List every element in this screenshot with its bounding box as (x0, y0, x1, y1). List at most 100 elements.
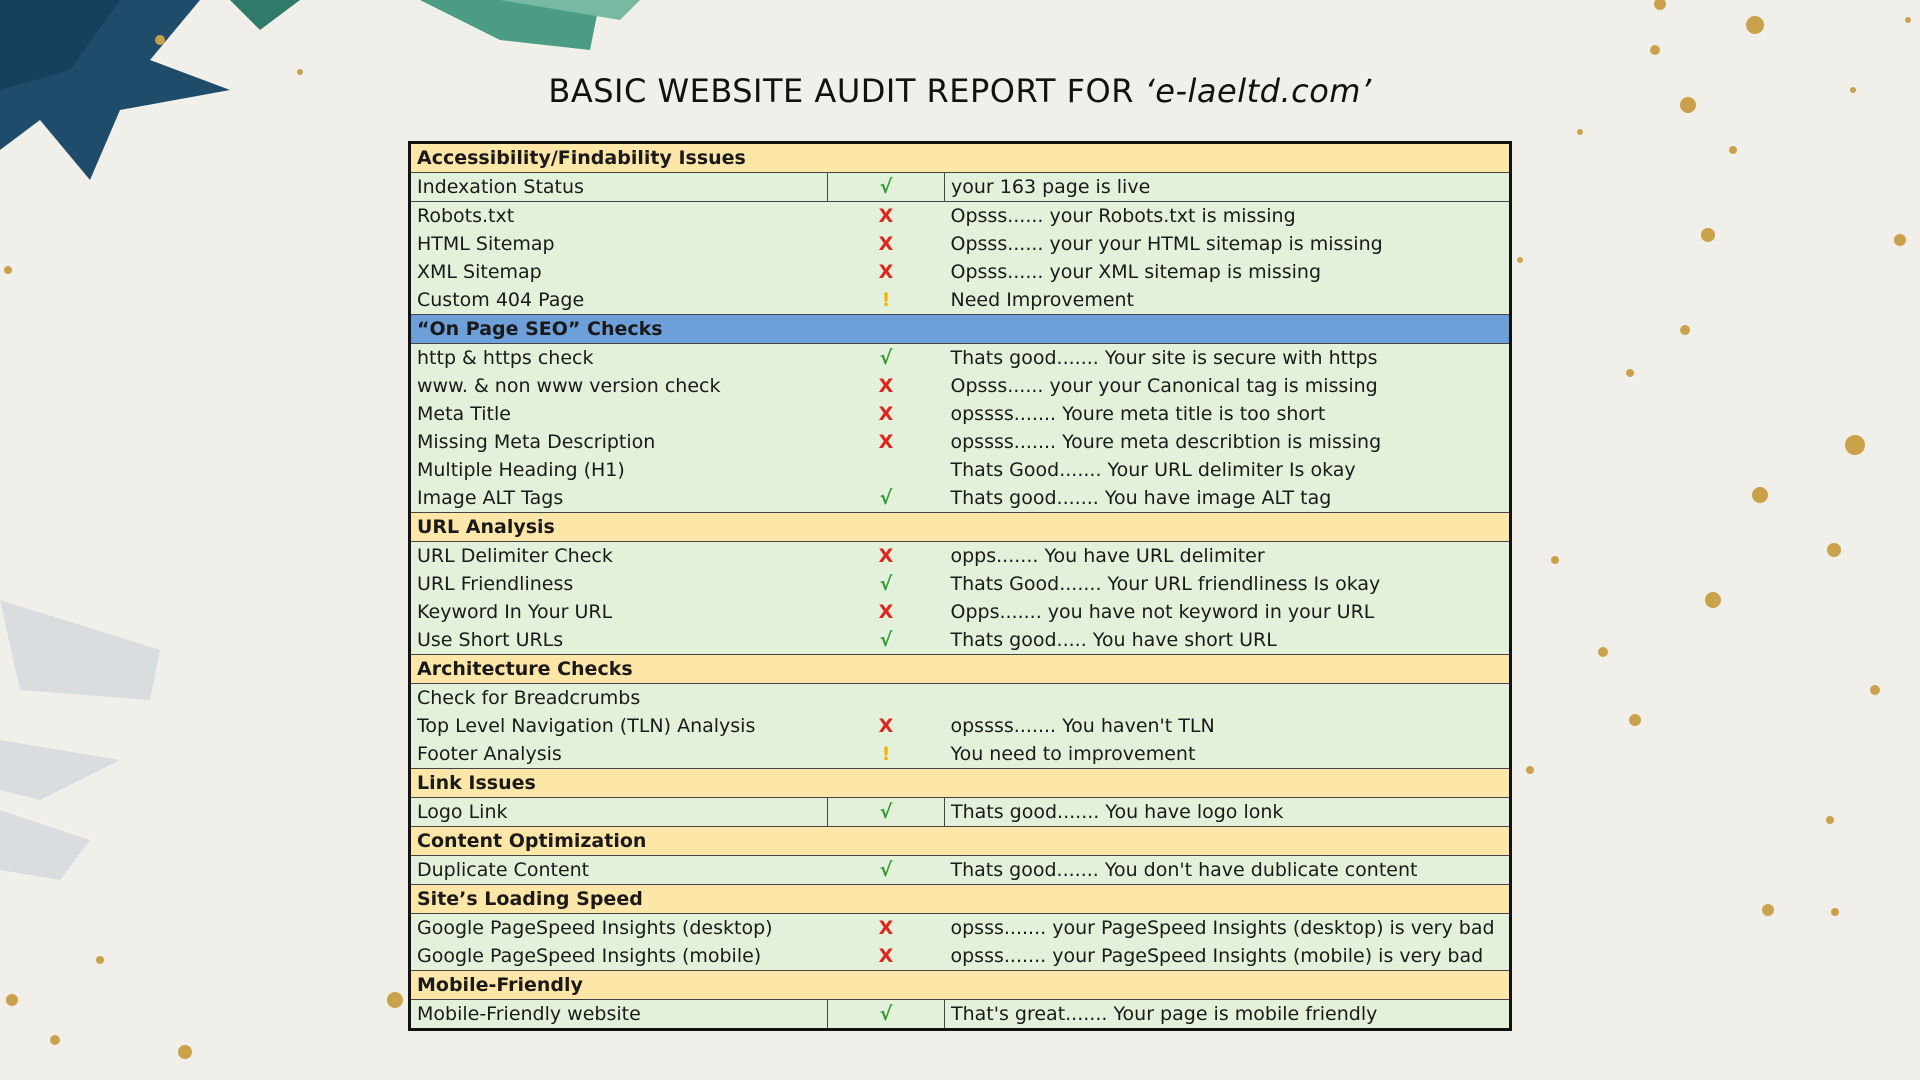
check-row: Use Short URLs √ Thats good..... You have … (409, 626, 1511, 655)
status-mark-empty (827, 683, 945, 712)
check-note: Opsss...... your your Canonical tag is m… (944, 372, 1511, 400)
check-note: Thats good..... You have short URL (944, 626, 1511, 655)
check-note: opssss....... Youre meta describtion is … (944, 428, 1511, 456)
check-row: URL Friendliness √ Thats Good....... Your … (409, 570, 1511, 598)
section-header-content-optimization: Content Optimization (409, 826, 1511, 856)
check-row: Missing Meta Description Xopssss....... Y… (409, 428, 1511, 456)
check-name: HTML Sitemap (409, 230, 828, 258)
check-note: Opps....... you have not keyword in your… (944, 598, 1511, 626)
check-note: opps....... You have URL delimiter (944, 541, 1511, 570)
check-mark-icon: √ (827, 797, 945, 827)
check-mark-icon: √ (827, 172, 945, 202)
check-row: Google PageSpeed Insights (mobile) Xopsss… (409, 942, 1511, 971)
x-mark-icon: X (827, 428, 945, 456)
check-note: Thats good....... You have image ALT tag (944, 484, 1511, 513)
check-name: Google PageSpeed Insights (desktop) (409, 913, 828, 942)
x-mark-icon: X (827, 201, 945, 230)
warning-icon: ! (827, 740, 945, 769)
check-name: Custom 404 Page (409, 286, 828, 315)
section-title: URL Analysis (409, 512, 1511, 542)
leaf-cluster-left (0, 600, 160, 880)
x-mark-icon: X (827, 541, 945, 570)
x-mark-icon: X (827, 372, 945, 400)
check-row: Google PageSpeed Insights (desktop) Xopss… (409, 913, 1511, 942)
x-mark-icon: X (827, 913, 945, 942)
check-note: That's great....... Your page is mobile … (944, 999, 1511, 1030)
status-mark-empty (827, 456, 945, 484)
x-mark-icon: X (827, 400, 945, 428)
check-name: Indexation Status (409, 172, 828, 202)
check-note: Thats good....... Your site is secure wi… (944, 343, 1511, 372)
audit-table: Accessibility/Findability Issues Indexati… (408, 141, 1512, 1031)
section-header-on-page-seo-checks: “On Page SEO” Checks (409, 314, 1511, 344)
check-row: Keyword In Your URL X Opps....... you have… (409, 598, 1511, 626)
check-note: opsss....... your PageSpeed Insights (mo… (944, 942, 1511, 971)
check-row: Mobile-Friendly website √ That's great....… (409, 999, 1511, 1030)
check-mark-icon: √ (827, 570, 945, 598)
title-main: BASIC WEBSITE AUDIT REPORT FOR (548, 72, 1145, 110)
check-name: Mobile-Friendly website (409, 999, 828, 1030)
check-name: XML Sitemap (409, 258, 828, 286)
section-title: Site’s Loading Speed (409, 884, 1511, 914)
check-mark-icon: √ (827, 855, 945, 885)
section-title: “On Page SEO” Checks (409, 314, 1511, 344)
check-name: Robots.txt (409, 201, 828, 230)
section-title: Content Optimization (409, 826, 1511, 856)
check-name: http & https check (409, 343, 828, 372)
page-title: BASIC WEBSITE AUDIT REPORT FOR ‘e-laeltd… (0, 72, 1920, 110)
x-mark-icon: X (827, 230, 945, 258)
check-row: XML Sitemap X Opsss...... your XML sitemap… (409, 258, 1511, 286)
check-note: opssss....... Youre meta title is too sh… (944, 400, 1511, 428)
check-name: Check for Breadcrumbs (409, 683, 828, 712)
check-name: Multiple Heading (H1) (409, 456, 828, 484)
section-title: Mobile-Friendly (409, 970, 1511, 1000)
check-row: Logo Link √ Thats good....... You have log… (409, 797, 1511, 827)
section-header-mobile-friendly: Mobile-Friendly (409, 970, 1511, 1000)
check-name: Footer Analysis (409, 740, 828, 769)
section-header-architecture-checks: Architecture Checks (409, 654, 1511, 684)
x-mark-icon: X (827, 258, 945, 286)
check-note: Thats good....... You don't have dublica… (944, 855, 1511, 885)
title-site: ‘e-laeltd.com’ (1144, 72, 1372, 110)
check-note: Opsss...... your XML sitemap is missing (944, 258, 1511, 286)
check-row: Top Level Navigation (TLN) Analysis Xopss… (409, 712, 1511, 740)
check-row: http & https check √ Thats good....... You… (409, 343, 1511, 372)
check-row: Robots.txt X Opsss...... your Robots.txt i… (409, 201, 1511, 230)
check-note: Thats Good....... Your URL delimiter Is … (944, 456, 1511, 484)
section-title: Accessibility/Findability Issues (409, 142, 1511, 173)
check-name: Top Level Navigation (TLN) Analysis (409, 712, 828, 740)
check-name: URL Delimiter Check (409, 541, 828, 570)
check-name: Keyword In Your URL (409, 598, 828, 626)
audit-table-body: Accessibility/Findability Issues Indexati… (409, 142, 1511, 1030)
section-header-site-s-loading-speed: Site’s Loading Speed (409, 884, 1511, 914)
check-name: Image ALT Tags (409, 484, 828, 513)
x-mark-icon: X (827, 712, 945, 740)
section-title: Link Issues (409, 768, 1511, 798)
check-row: Image ALT Tags √ Thats good....... You hav… (409, 484, 1511, 513)
check-name: Use Short URLs (409, 626, 828, 655)
x-mark-icon: X (827, 942, 945, 971)
check-note: Thats good....... You have logo lonk (944, 797, 1511, 827)
check-mark-icon: √ (827, 484, 945, 513)
check-row: Multiple Heading (H1) Thats Good....... Y… (409, 456, 1511, 484)
check-note: opsss....... your PageSpeed Insights (de… (944, 913, 1511, 942)
check-row: Custom 404 Page! Need Improvement (409, 286, 1511, 315)
check-note: your 163 page is live (944, 172, 1511, 202)
check-row: HTML Sitemap X Opsss...... your your HTML … (409, 230, 1511, 258)
check-name: Missing Meta Description (409, 428, 828, 456)
check-note (944, 683, 1511, 712)
check-name: URL Friendliness (409, 570, 828, 598)
check-row: URL Delimiter Check Xopps....... You have… (409, 541, 1511, 570)
check-name: Meta Title (409, 400, 828, 428)
check-note: opssss....... You haven't TLN (944, 712, 1511, 740)
check-mark-icon: √ (827, 343, 945, 372)
check-row: www. & non www version check X Opsss......… (409, 372, 1511, 400)
check-mark-icon: √ (827, 999, 945, 1030)
check-name: Logo Link (409, 797, 828, 827)
check-note: Opsss...... your your HTML sitemap is mi… (944, 230, 1511, 258)
section-header-link-issues: Link Issues (409, 768, 1511, 798)
check-row: Duplicate Content √ Thats good....... You … (409, 855, 1511, 885)
check-note: Thats Good....... Your URL friendliness … (944, 570, 1511, 598)
check-name: www. & non www version check (409, 372, 828, 400)
check-row: Indexation Status √ your 163 page is live (409, 172, 1511, 202)
